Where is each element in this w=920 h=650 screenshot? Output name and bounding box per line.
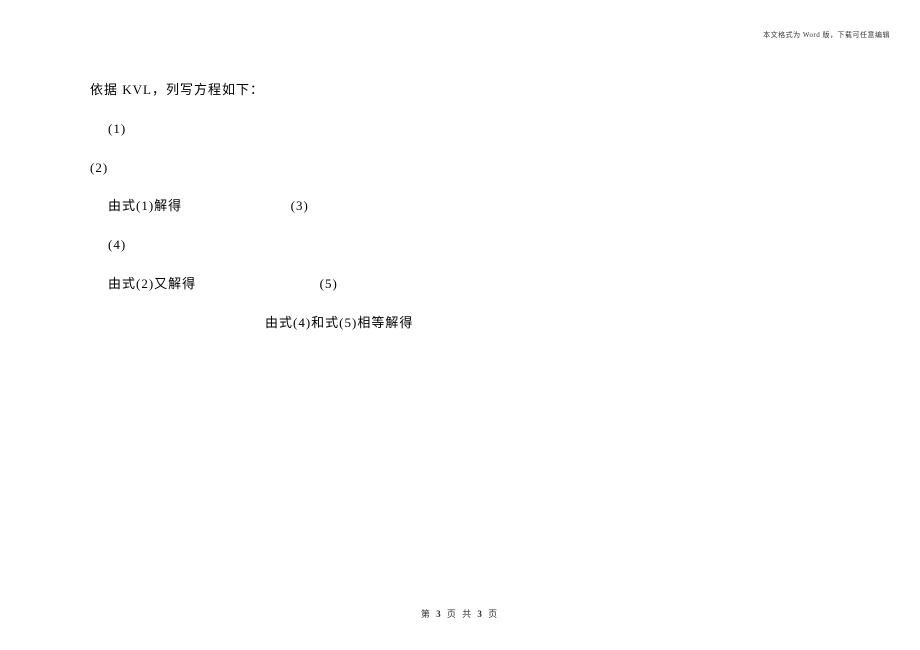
text-line-eq4: (4) [90,235,830,256]
text-line-solve2: 由式(2)又解得 (5) [90,274,830,295]
text-line-eq2: (2) [90,158,830,179]
text-line-eq1: (1) [90,119,830,140]
text-line-combine: 由式(4)和式(5)相等解得 [90,313,830,334]
solve2-prefix: 由式(2)又解得 [108,276,196,291]
footer-mid: 页 共 [443,609,478,619]
text-line-intro: 依据 KVL，列写方程如下： [90,80,830,101]
solve2-suffix: (5) [320,276,338,291]
footer-suffix: 页 [484,609,499,619]
document-body: 依据 KVL，列写方程如下： (1) (2) 由式(1)解得 (3) (4) 由… [0,0,920,334]
footer-prefix: 第 [421,609,436,619]
page-footer: 第 3 页 共 3 页 [0,607,920,620]
header-watermark: 本文格式为 Word 版，下载可任意编辑 [763,30,890,40]
solve1-suffix: (3) [291,198,309,213]
solve1-prefix: 由式(1)解得 [108,198,182,213]
text-line-solve1: 由式(1)解得 (3) [90,196,830,217]
